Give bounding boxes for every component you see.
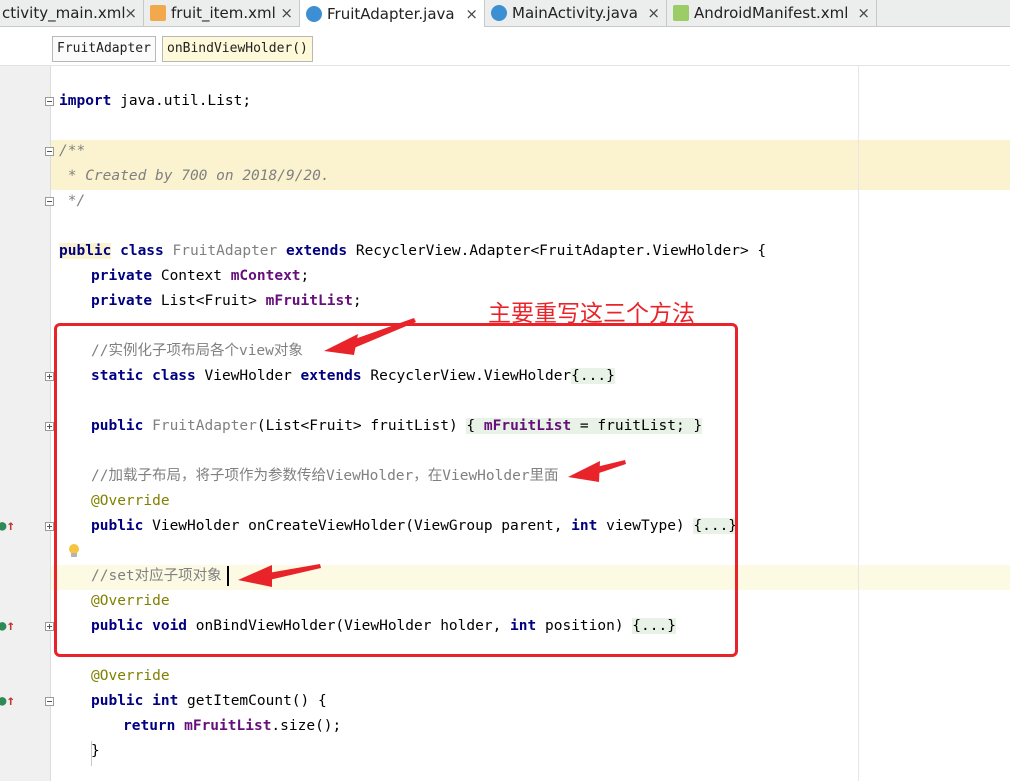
arrow-icon <box>268 564 321 580</box>
arrow-icon <box>352 318 416 348</box>
arrow-icon <box>238 565 272 587</box>
arrow-icon <box>568 461 600 482</box>
callout-arrows <box>238 318 626 587</box>
arrow-icon <box>324 334 358 355</box>
